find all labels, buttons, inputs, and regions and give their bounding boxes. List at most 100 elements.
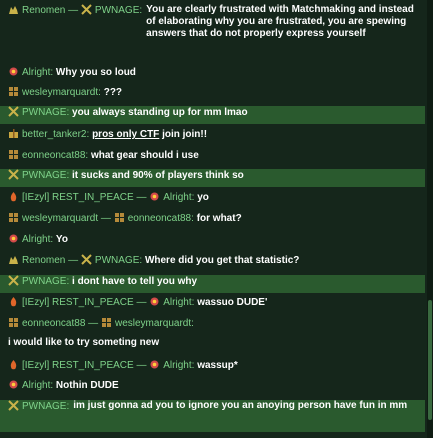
flame-icon — [8, 359, 19, 370]
grid-icon — [8, 86, 19, 97]
flame-icon — [8, 191, 19, 202]
username-link[interactable]: Renomen — [22, 5, 65, 16]
crossed-sword-icon — [81, 4, 92, 15]
chat-message: i would like to try someting new — [0, 337, 425, 351]
star-icon — [8, 233, 19, 244]
grid-icon — [8, 149, 19, 160]
username-link[interactable]: Renomen — [22, 255, 65, 266]
chat-message: Renomen — PWNAGE: You are clearly frustra… — [0, 4, 425, 54]
username-link[interactable]: PWNAGE — [22, 401, 66, 412]
chat-scrollbar[interactable] — [427, 0, 433, 438]
chat-message-text: for what? — [196, 213, 242, 224]
username-link[interactable]: Alright — [22, 380, 50, 391]
user-separator: — — [65, 255, 81, 266]
chat-message: PWNAGE: it sucks and 90% of players thin… — [0, 169, 425, 187]
crossed-sword-icon — [81, 254, 92, 265]
chat-message: [IEzyl] REST_IN_PEACE — Alright: wassuo … — [0, 296, 425, 310]
chat-message-text: i dont have to tell you why — [72, 276, 198, 287]
username-colon: : — [86, 129, 90, 140]
username-colon: : — [66, 170, 70, 181]
chat-message-text: what gear should i use — [90, 150, 199, 161]
username-link[interactable]: Alright — [163, 360, 191, 371]
username-link[interactable]: PWNAGE — [95, 5, 139, 16]
chat-message: wesleymarquardt: ??? — [0, 86, 425, 100]
username-link[interactable]: Alright — [163, 192, 191, 203]
username-link[interactable]: wesleymarquardt — [22, 213, 98, 224]
username-link[interactable]: Alright — [163, 297, 191, 308]
username-link[interactable]: eonneoncat88 — [22, 150, 85, 161]
grid-icon — [8, 212, 19, 223]
username-colon: : — [50, 380, 54, 391]
grid-icon — [114, 212, 125, 223]
chat-message: PWNAGE: im just gonna ad you to ignore yo… — [0, 400, 425, 432]
chat-message: eonneoncat88: what gear should i use — [0, 149, 425, 163]
chat-message-text: it sucks and 90% of players think so — [72, 170, 244, 181]
chat-message: PWNAGE: i dont have to tell you why — [0, 275, 425, 293]
chat-message-text: You are clearly frustrated with Matchmak… — [146, 4, 414, 39]
username-link[interactable]: PWNAGE — [22, 276, 66, 287]
chat-message-text: you always standing up for mm lmao — [72, 107, 248, 118]
user-separator: — — [133, 360, 150, 371]
username-link[interactable]: Alright — [22, 234, 50, 245]
crossed-sword-icon — [8, 275, 19, 286]
grid-icon — [101, 317, 112, 328]
chat-message-text: ??? — [103, 87, 123, 98]
chat-message-text: im just gonna ad you to ignore you an an… — [73, 400, 408, 411]
username-link[interactable]: Alright — [22, 67, 50, 78]
chat-message: Alright: Yo — [0, 233, 425, 247]
username-link[interactable]: better_tanker2 — [22, 129, 87, 140]
username-link[interactable]: wesleymarquardt — [115, 318, 191, 329]
gift-icon — [8, 128, 19, 139]
chat-message: wesleymarquardt — eonneoncat88: for what… — [0, 212, 425, 226]
chat-message-text: Yo — [55, 234, 68, 245]
username-colon: : — [66, 276, 70, 287]
chat-message: PWNAGE: you always standing up for mm lm… — [0, 106, 425, 124]
chat-message-text: Why you so loud — [55, 67, 136, 78]
wolf-icon — [8, 4, 19, 15]
username-link[interactable]: PWNAGE — [22, 107, 66, 118]
username-link[interactable]: [IEzyl] REST_IN_PEACE — [22, 297, 134, 308]
username-colon: : — [191, 360, 195, 371]
scroll-thumb[interactable] — [428, 300, 432, 420]
crossed-sword-icon — [8, 400, 19, 411]
username-colon: : — [191, 192, 195, 203]
username-colon: : — [191, 297, 195, 308]
chat-message: [IEzyl] REST_IN_PEACE — Alright: wassup* — [0, 359, 425, 373]
flame-icon — [8, 296, 19, 307]
username-colon: : — [66, 107, 70, 118]
username-colon: : — [50, 67, 54, 78]
chat-message: better_tanker2: pros only CTF join join!… — [0, 128, 425, 142]
username-link[interactable]: eonneoncat88 — [22, 318, 85, 329]
chat-message-text: yo — [197, 192, 209, 203]
crossed-sword-icon — [8, 169, 19, 180]
username-link[interactable]: wesleymarquardt — [22, 87, 98, 98]
user-separator: — — [133, 192, 150, 203]
chat-message-text: Nothin DUDE — [55, 380, 119, 391]
star-icon — [149, 191, 160, 202]
username-link[interactable]: [IEzyl] REST_IN_PEACE — [22, 192, 134, 203]
crossed-sword-icon — [8, 106, 19, 117]
chat-message-text: wassup* — [197, 360, 238, 371]
grid-icon — [8, 317, 19, 328]
chat-message-text: wassuo DUDE' — [197, 297, 268, 308]
user-separator: — — [65, 5, 81, 16]
chat-message: [IEzyl] REST_IN_PEACE — Alright: yo — [0, 191, 425, 205]
username-link[interactable]: [IEzyl] REST_IN_PEACE — [22, 360, 134, 371]
user-separator: — — [85, 318, 101, 329]
chat-message-text: join join!! — [159, 129, 208, 140]
chat-message: eonneoncat88 — wesleymarquardt: — [0, 317, 425, 331]
user-separator: — — [98, 213, 114, 224]
username-colon: : — [98, 87, 101, 98]
chat-panel: Renomen — PWNAGE: You are clearly frustra… — [0, 0, 433, 438]
star-icon — [149, 296, 160, 307]
username-link[interactable]: eonneoncat88 — [128, 213, 191, 224]
chat-message: Alright: Nothin DUDE — [0, 379, 425, 393]
username-colon: : — [50, 234, 54, 245]
chat-message-link[interactable]: pros only CTF — [92, 129, 159, 140]
chat-message: Alright: Why you so loud — [0, 66, 425, 80]
star-icon — [149, 359, 160, 370]
star-icon — [8, 379, 19, 390]
username-link[interactable]: PWNAGE — [22, 170, 66, 181]
chat-message-text: Where did you get that statistic? — [144, 255, 300, 266]
username-link[interactable]: PWNAGE — [95, 255, 139, 266]
